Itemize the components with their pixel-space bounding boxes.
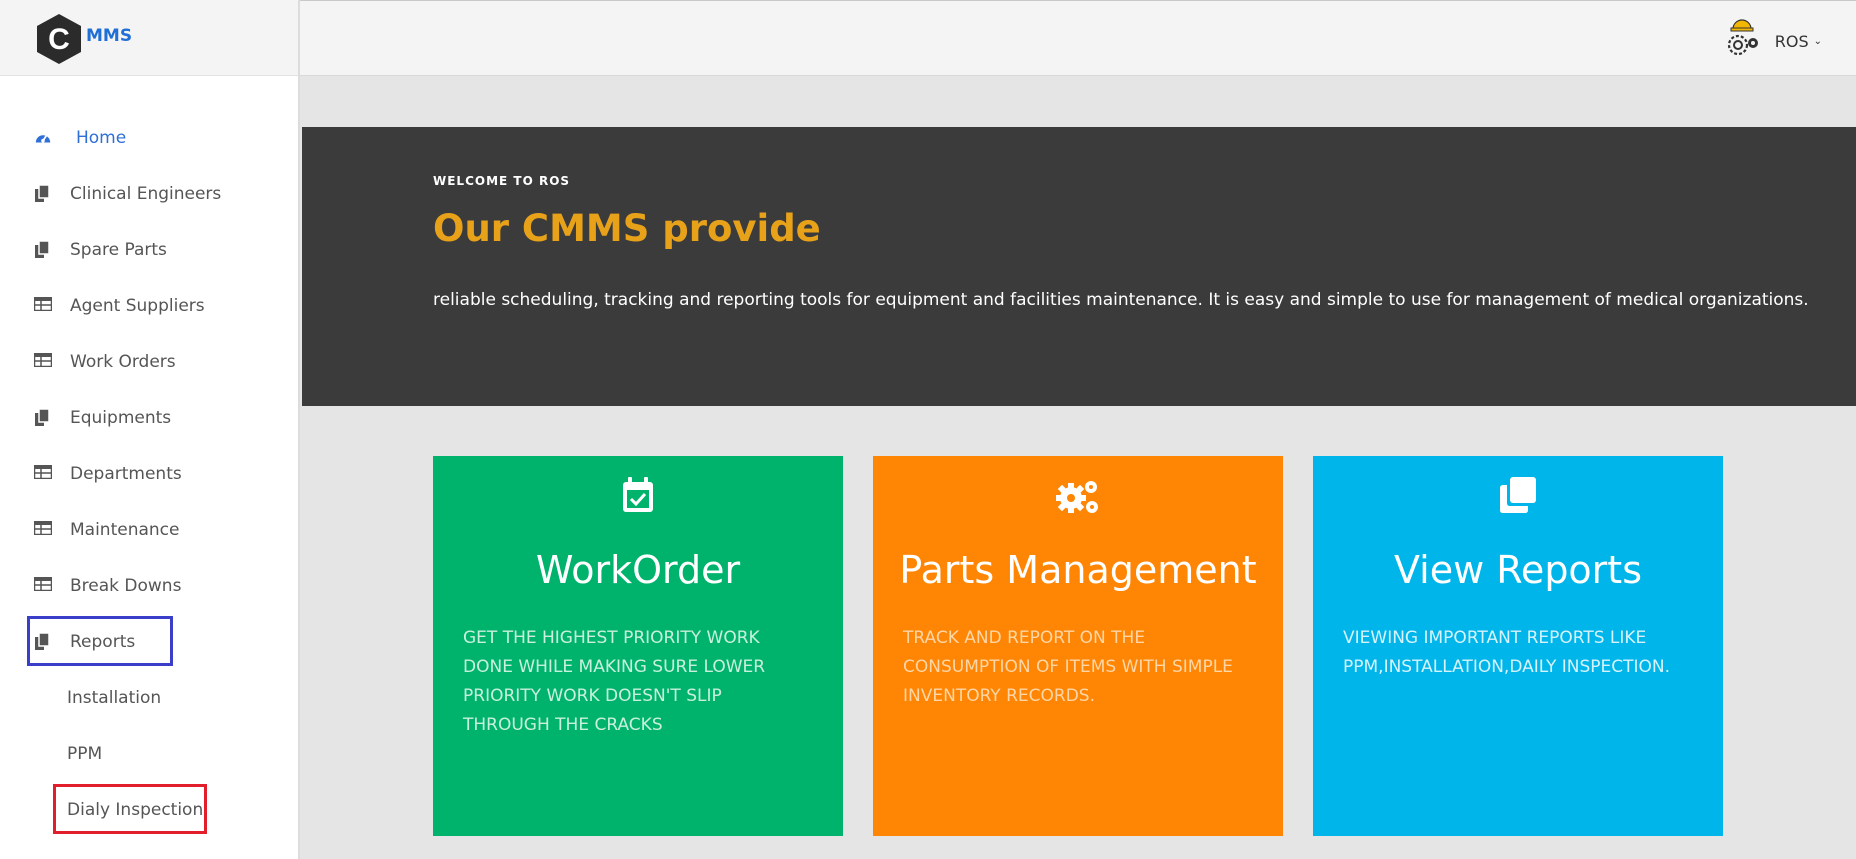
calendar-check-icon	[433, 476, 843, 516]
sidebar-item-maintenance[interactable]: Maintenance	[34, 510, 179, 550]
card-parts-management[interactable]: Parts Management TRACK AND REPORT ON THE…	[873, 456, 1283, 836]
logo-text: MMS	[86, 26, 133, 46]
sidebar-item-work-orders[interactable]: Work Orders	[34, 342, 176, 382]
sidebar-item-label: Clinical Engineers	[70, 184, 222, 204]
card-view-reports[interactable]: View Reports VIEWING IMPORTANT REPORTS L…	[1313, 456, 1723, 836]
card-title: Parts Management	[899, 548, 1257, 592]
sidebar-item-spare-parts[interactable]: Spare Parts	[34, 230, 167, 270]
card-body: TRACK AND REPORT ON THE CONSUMPTION OF I…	[903, 628, 1233, 706]
clone-icon	[1313, 476, 1723, 516]
sidebar-item-label: Home	[76, 128, 127, 148]
table-icon	[34, 577, 52, 595]
card-body: VIEWING IMPORTANT REPORTS LIKE PPM,INSTA…	[1343, 628, 1671, 677]
sidebar-item-clinical-engineers[interactable]: Clinical Engineers	[34, 174, 221, 214]
table-icon	[34, 521, 52, 539]
highlight-box-reports	[27, 616, 173, 666]
highlight-box-daily-inspection	[53, 784, 207, 834]
sidebar-item-label: Break Downs	[70, 576, 182, 596]
table-icon	[34, 297, 52, 315]
copy-icon	[34, 241, 52, 259]
sidebar-item-label: Departments	[70, 464, 182, 484]
copy-icon	[34, 409, 52, 427]
engineer-gear-icon	[1721, 17, 1763, 65]
hero-title: Our CMMS provide	[433, 207, 821, 250]
welcome-hero: WELCOME TO ROS Our CMMS provide reliable…	[302, 127, 1856, 406]
sidebar-item-equipments[interactable]: Equipments	[34, 398, 171, 438]
card-body: GET THE HIGHEST PRIORITY WORK DONE WHILE…	[463, 628, 766, 735]
top-bar: ROS ⌄	[300, 0, 1856, 76]
card-workorder[interactable]: WorkOrder GET THE HIGHEST PRIORITY WORK …	[433, 456, 843, 836]
sidebar-item-home[interactable]: Home	[34, 118, 126, 158]
copy-icon	[34, 185, 52, 203]
logo-hex-icon: C	[37, 14, 81, 64]
sidebar-item-label: Spare Parts	[70, 240, 167, 260]
sidebar-item-break-downs[interactable]: Break Downs	[34, 566, 181, 606]
hero-description: reliable scheduling, tracking and report…	[433, 290, 1809, 310]
table-icon	[34, 465, 52, 483]
sidebar-item-label: Equipments	[70, 408, 172, 428]
hero-kicker: WELCOME TO ROS	[433, 174, 571, 188]
sidebar-subitem-ppm[interactable]: PPM	[67, 739, 102, 769]
sidebar-item-agent-suppliers[interactable]: Agent Suppliers	[34, 286, 205, 326]
sidebar-item-label: Work Orders	[70, 352, 176, 372]
chevron-down-icon: ⌄	[1813, 35, 1822, 47]
brand-logo[interactable]: C MMS	[0, 0, 298, 76]
sidebar-subitem-installation[interactable]: Installation	[67, 683, 161, 713]
card-title: WorkOrder	[535, 548, 741, 592]
sidebar-item-label: Maintenance	[70, 520, 180, 540]
sidebar-item-label: Agent Suppliers	[70, 296, 205, 316]
user-menu[interactable]: ROS ⌄	[1721, 17, 1822, 65]
card-title: View Reports	[1393, 548, 1643, 592]
user-name: ROS	[1774, 31, 1809, 51]
sidebar: C MMS Home Clinical Engineers Spare Part…	[0, 0, 300, 859]
sidebar-item-departments[interactable]: Departments	[34, 454, 182, 494]
logo-letter: C	[48, 23, 70, 56]
dashboard-icon	[34, 129, 52, 147]
table-icon	[34, 353, 52, 371]
gears-icon	[873, 476, 1283, 516]
